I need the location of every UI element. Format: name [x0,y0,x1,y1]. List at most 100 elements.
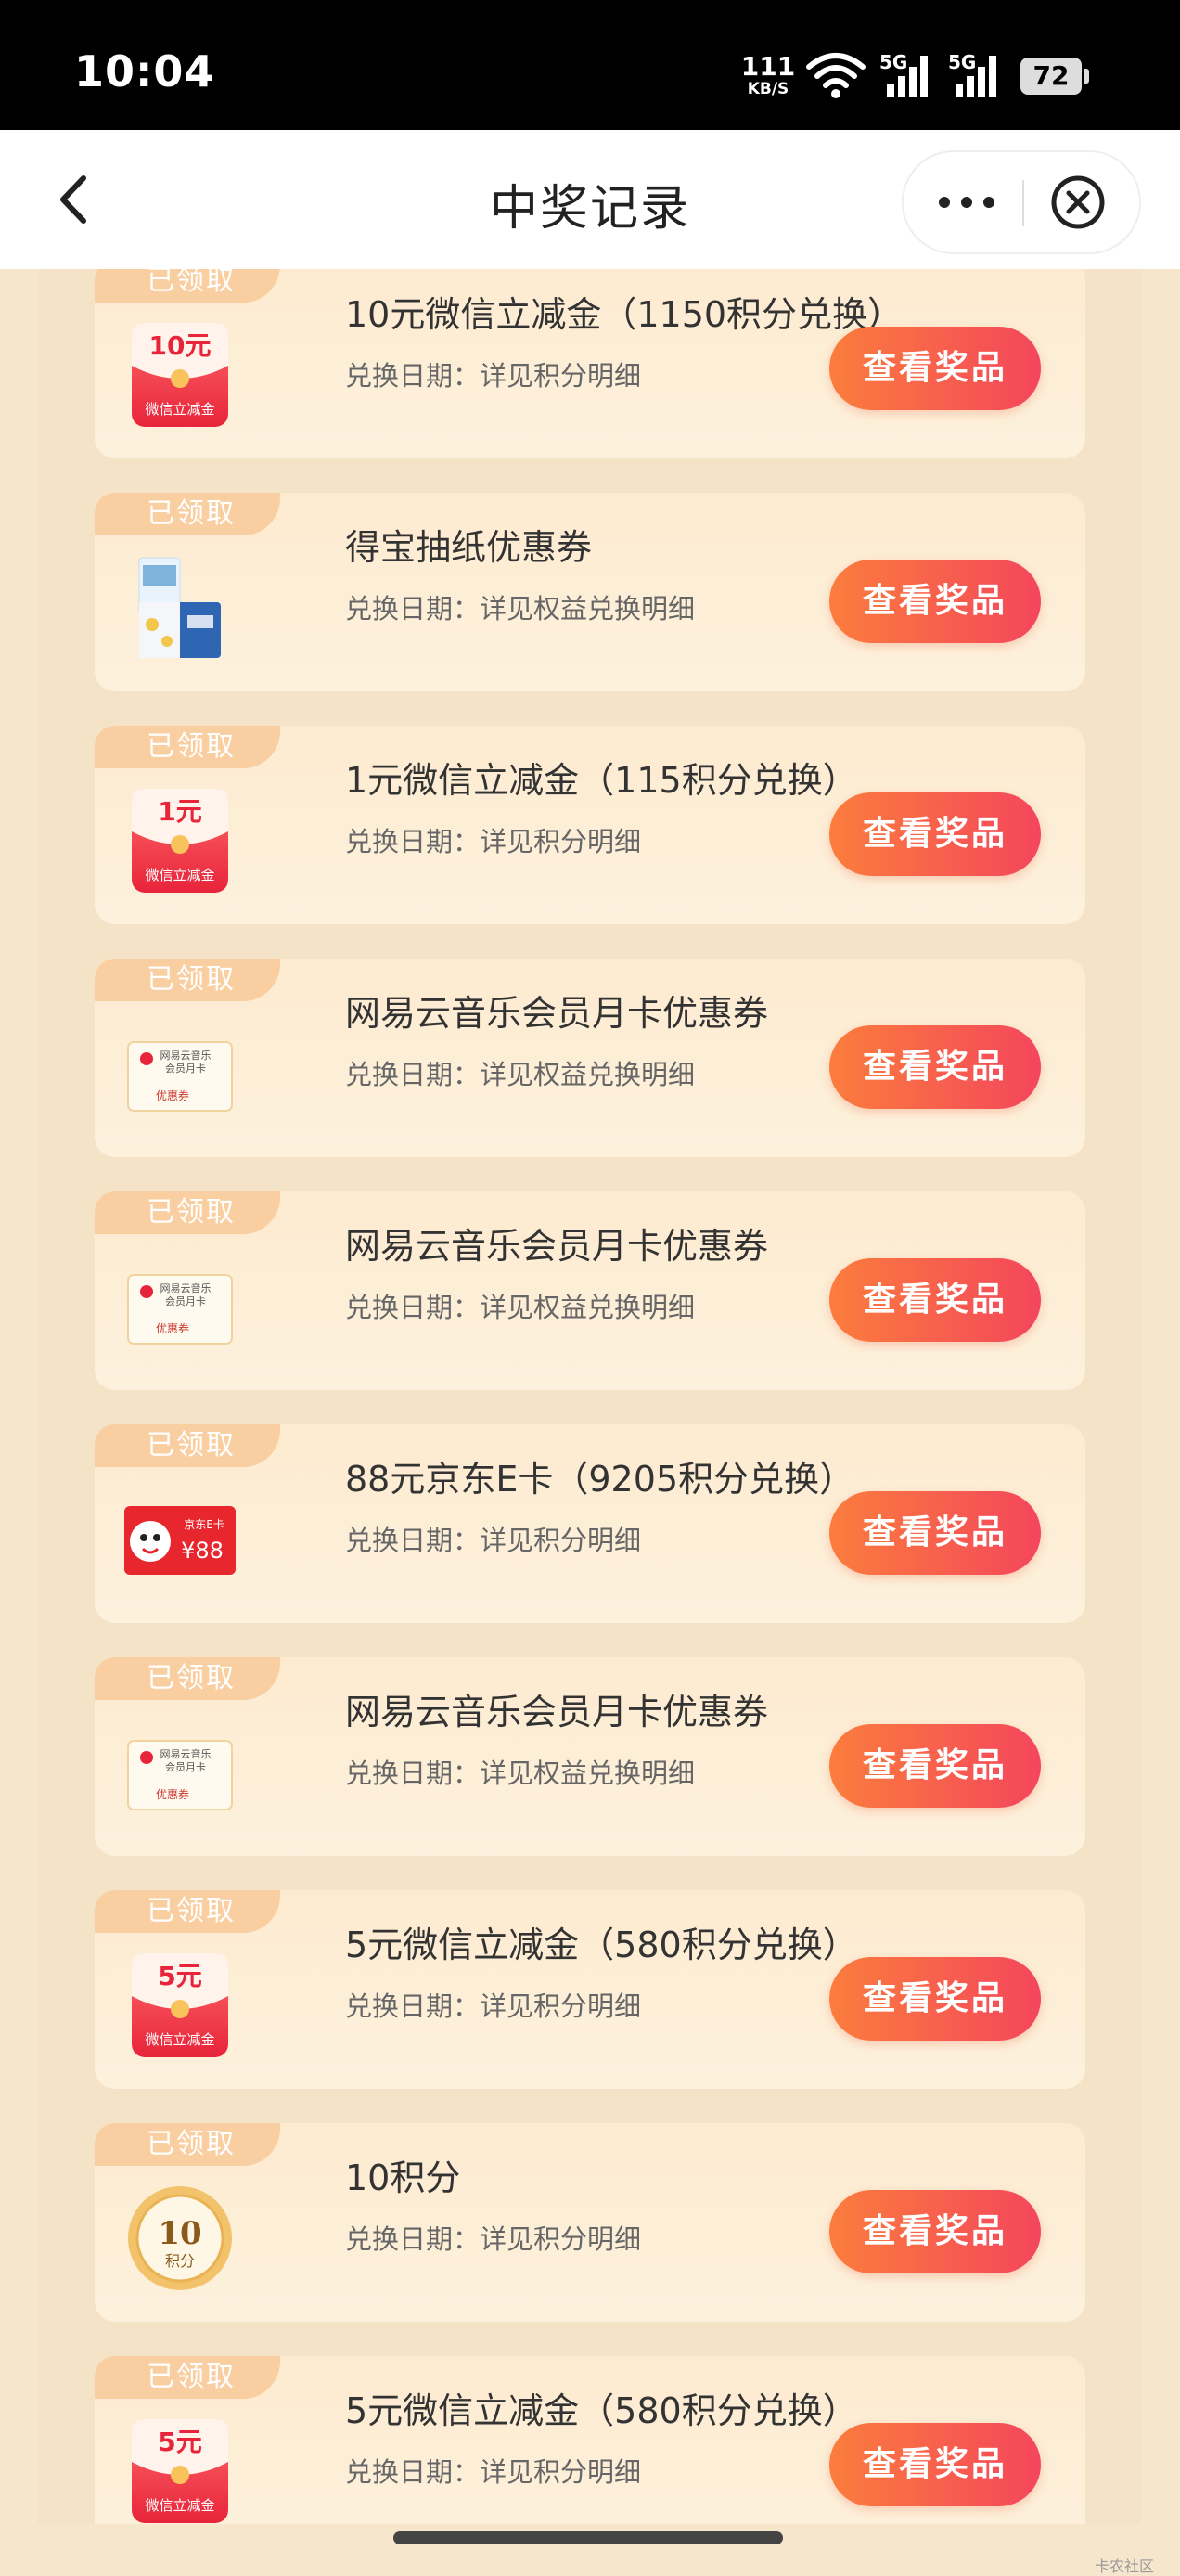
prize-title: 1元微信立减金（115积分兑换） [345,760,858,801]
exchange-date: 兑换日期：详见积分明细 [345,826,642,857]
coupon-line-2: 会员月卡 [165,1761,206,1773]
network-speed-unit: KB/S [747,80,789,98]
signal-5g-icon-2: 5G [948,51,996,97]
view-prize-button[interactable]: 查看奖品 [829,1258,1041,1342]
prize-title: 10积分 [345,2157,461,2198]
exchange-date: 兑换日期：详见权益兑换明细 [345,593,696,625]
red-packet-amount: 5元 [158,1961,201,1991]
claimed-tag: 已领取 [95,2356,280,2399]
red-packet-icon: 10元 微信立减金 [132,323,228,427]
prize-title: 网易云音乐会员月卡优惠券 [345,1692,769,1732]
coupon-line-3: 优惠券 [156,1787,189,1801]
coupon-line-2: 会员月卡 [165,1063,206,1075]
red-packet-sub: 微信立减金 [145,2031,214,2048]
claimed-tag: 已领取 [95,1424,280,1467]
svg-text:5G: 5G [879,51,907,73]
coupon-line-1: 网易云音乐 [160,1747,212,1760]
coupon-line-3: 优惠券 [156,1321,189,1335]
more-icon[interactable] [930,180,1004,225]
tissue-box-icon [138,557,221,658]
view-prize-button[interactable]: 查看奖品 [829,2423,1041,2506]
record-card: 已领取 5元 微信立减金 5元微信立减金（580积分兑换） 兑换日期：详见积分明… [95,1890,1085,2089]
claimed-tag: 已领取 [95,1657,280,1700]
record-card: 已领取 10元 微信立减金 10元微信立减金（1150积分兑换） 兑换日期：详见… [95,269,1085,458]
prize-title: 5元微信立减金（580积分兑换） [345,2390,858,2431]
view-prize-button[interactable]: 查看奖品 [829,1491,1041,1575]
jd-ecard-icon: 京东E卡 ¥88 [124,1506,236,1575]
red-packet-icon: 1元 微信立减金 [132,789,228,893]
mini-program-capsule [902,150,1141,254]
view-prize-button[interactable]: 查看奖品 [829,327,1041,410]
ecard-amount: ¥88 [181,1538,224,1564]
view-prize-button[interactable]: 查看奖品 [829,1025,1041,1109]
claimed-tag: 已领取 [95,269,280,303]
record-card: 已领取 10 积分 10积分 兑换日期：详见积分明细 查看奖品 [95,2123,1085,2322]
red-packet-icon: 5元 微信立减金 [132,1953,228,2057]
exchange-date: 兑换日期：详见权益兑换明细 [345,1292,696,1323]
exchange-date: 兑换日期：详见积分明细 [345,2456,642,2488]
record-card: 已领取 京东E卡 ¥88 88元京东E卡（9205积分兑换） 兑换日期：详见积分… [95,1424,1085,1623]
record-card: 已领取 得宝抽纸优惠券 兑换日期：详见权益兑换明细 查看奖品 [95,493,1085,691]
network-speed: 111 KB/S [740,54,796,97]
capsule-divider [1022,180,1024,226]
claimed-tag: 已领取 [95,2123,280,2166]
watermark: 卡农社区 [1095,2557,1155,2575]
view-prize-button[interactable]: 查看奖品 [829,2190,1041,2273]
battery-icon: 72 [1020,58,1089,95]
network-speed-value: 111 [740,51,796,82]
claimed-tag: 已领取 [95,726,280,768]
wifi-icon [806,53,866,98]
coupon-line-1: 网易云音乐 [160,1282,212,1294]
record-card: 已领取 网易云音乐 会员月卡 优惠券 网易云音乐会员月卡优惠券 兑换日期：详见权… [95,959,1085,1157]
record-card: 已领取 网易云音乐 会员月卡 优惠券 网易云音乐会员月卡优惠券 兑换日期：详见权… [95,1657,1085,1856]
home-indicator[interactable] [393,2531,783,2544]
record-card: 已领取 5元 微信立减金 5元微信立减金（580积分兑换） 兑换日期：详见积分明… [95,2356,1085,2524]
claimed-tag: 已领取 [95,1890,280,1933]
music-coupon-icon: 网易云音乐 会员月卡 优惠券 [127,1740,233,1810]
red-packet-sub: 微信立减金 [145,867,214,883]
music-coupon-icon: 网易云音乐 会员月卡 优惠券 [127,1274,233,1345]
record-card: 已领取 网易云音乐 会员月卡 优惠券 网易云音乐会员月卡优惠券 兑换日期：详见权… [95,1191,1085,1390]
view-prize-button[interactable]: 查看奖品 [829,792,1041,876]
prize-title: 网易云音乐会员月卡优惠券 [345,993,769,1034]
prize-title: 网易云音乐会员月卡优惠券 [345,1226,769,1267]
coupon-line-2: 会员月卡 [165,1295,206,1307]
exchange-date: 兑换日期：详见积分明细 [345,360,642,392]
coupon-line-3: 优惠券 [156,1088,189,1102]
points-coin-icon: 10 积分 [128,2186,232,2290]
prize-title: 88元京东E卡（9205积分兑换） [345,1459,855,1500]
red-packet-amount: 10元 [149,330,212,361]
ecard-label: 京东E卡 [184,1518,224,1531]
exchange-date: 兑换日期：详见权益兑换明细 [345,1758,696,1789]
signal-5g-icon: 5G [879,51,928,97]
exchange-date: 兑换日期：详见积分明细 [345,1525,642,1556]
prize-title: 10元微信立减金（1150积分兑换） [345,294,904,335]
music-coupon-icon: 网易云音乐 会员月卡 优惠券 [127,1041,233,1112]
coupon-line-1: 网易云音乐 [160,1049,212,1062]
coin-number: 10 [158,2215,201,2252]
view-prize-button[interactable]: 查看奖品 [829,1957,1041,2041]
view-prize-button[interactable]: 查看奖品 [829,1724,1041,1808]
nav-bar: 中奖记录 [0,130,1180,269]
red-packet-sub: 微信立减金 [145,401,214,418]
record-list[interactable]: 已领取 10元 微信立减金 10元微信立减金（1150积分兑换） 兑换日期：详见… [37,269,1141,2524]
red-packet-amount: 1元 [158,796,201,827]
svg-text:5G: 5G [948,51,976,73]
exchange-date: 兑换日期：详见积分明细 [345,1990,642,2022]
red-packet-sub: 微信立减金 [145,2497,214,2514]
claimed-tag: 已领取 [95,959,280,1001]
red-packet-icon: 5元 微信立减金 [132,2419,228,2523]
close-icon[interactable] [1050,174,1106,230]
view-prize-button[interactable]: 查看奖品 [829,560,1041,643]
status-time: 10:04 [74,46,215,97]
exchange-date: 兑换日期：详见积分明细 [345,2223,642,2255]
red-packet-amount: 5元 [158,2427,201,2457]
record-card: 已领取 1元 微信立减金 1元微信立减金（115积分兑换） 兑换日期：详见积分明… [95,726,1085,924]
battery-level: 72 [1032,60,1070,91]
prize-title: 得宝抽纸优惠券 [345,527,593,568]
claimed-tag: 已领取 [95,493,280,535]
claimed-tag: 已领取 [95,1191,280,1234]
status-bar: 10:04 111 KB/S 5G 5G 72 [0,0,1180,130]
coin-unit: 积分 [165,2252,195,2270]
prize-title: 5元微信立减金（580积分兑换） [345,1925,858,1965]
